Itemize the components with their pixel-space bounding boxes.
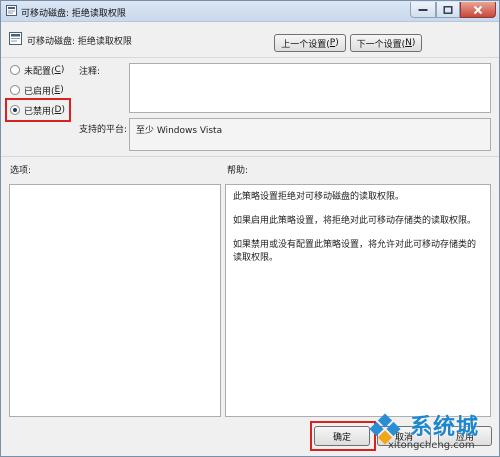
setting-name: 可移动磁盘: 拒绝读取权限 (27, 37, 132, 47)
radio-enabled[interactable]: 已启用(E) (10, 82, 64, 98)
mid-divider (1, 156, 499, 157)
title-bar[interactable]: 可移动磁盘: 拒绝读取权限 (1, 1, 499, 22)
options-section-label: 选项: (10, 166, 32, 176)
watermark-brand: 系统城 (410, 414, 480, 440)
maximize-icon (443, 5, 453, 14)
maximize-button[interactable] (436, 2, 460, 18)
help-paragraph-3: 如果禁用或没有配置此策略设置，将允许对此可移动存储类的读取权限。 (233, 240, 477, 263)
platform-label: 支持的平台: (79, 125, 128, 135)
comment-label: 注释: (79, 67, 101, 77)
radio-not-configured-circle[interactable] (10, 65, 20, 75)
radio-enabled-close: ) (60, 85, 64, 95)
help-section-label: 帮助: (227, 166, 249, 176)
radio-not-configured-close: ) (60, 65, 65, 75)
header-divider (1, 57, 499, 58)
close-icon (473, 5, 483, 14)
minimize-button[interactable] (410, 2, 436, 18)
close-button[interactable] (460, 2, 496, 18)
help-pane[interactable]: 此策略设置拒绝对可移动磁盘的读取权限。 如果启用此策略设置，将拒绝对此可移动存储… (225, 184, 491, 417)
setting-icon (9, 32, 22, 45)
previous-setting-label: 上一个设置( (281, 39, 330, 50)
radio-not-configured-label: 未配置( (24, 66, 55, 77)
help-content: 此策略设置拒绝对可移动磁盘的读取权限。 如果启用此策略设置，将拒绝对此可移动存储… (233, 191, 482, 265)
watermark-url: xitongcheng.com (388, 440, 475, 451)
previous-setting-button[interactable]: 上一个设置(P) (274, 34, 346, 52)
previous-setting-close: ) (335, 38, 339, 48)
radio-enabled-label: 已启用( (24, 86, 55, 97)
policy-setting-dialog: 可移动磁盘: 拒绝读取权限 可移动磁盘: 拒绝读取权限 上一个设置(P) 下一个… (0, 0, 500, 457)
options-pane[interactable] (9, 184, 221, 417)
help-paragraph-1: 此策略设置拒绝对可移动磁盘的读取权限。 (233, 192, 405, 202)
radio-not-configured[interactable]: 未配置(C) (10, 62, 64, 78)
radio-enabled-circle[interactable] (10, 85, 20, 95)
window-title: 可移动磁盘: 拒绝读取权限 (21, 9, 126, 19)
next-setting-button[interactable]: 下一个设置(N) (350, 34, 422, 52)
next-setting-key: N (405, 38, 412, 48)
platform-value: 至少 Windows Vista (136, 126, 223, 136)
comment-textarea[interactable] (129, 63, 491, 113)
platform-field: 至少 Windows Vista (129, 118, 491, 151)
help-paragraph-2: 如果启用此策略设置，将拒绝对此可移动存储类的读取权限。 (233, 216, 477, 226)
disabled-option-highlight (5, 98, 71, 122)
minimize-icon (418, 8, 428, 11)
next-setting-close: ) (411, 38, 416, 48)
next-setting-label: 下一个设置( (356, 39, 406, 50)
policy-icon (6, 5, 17, 16)
